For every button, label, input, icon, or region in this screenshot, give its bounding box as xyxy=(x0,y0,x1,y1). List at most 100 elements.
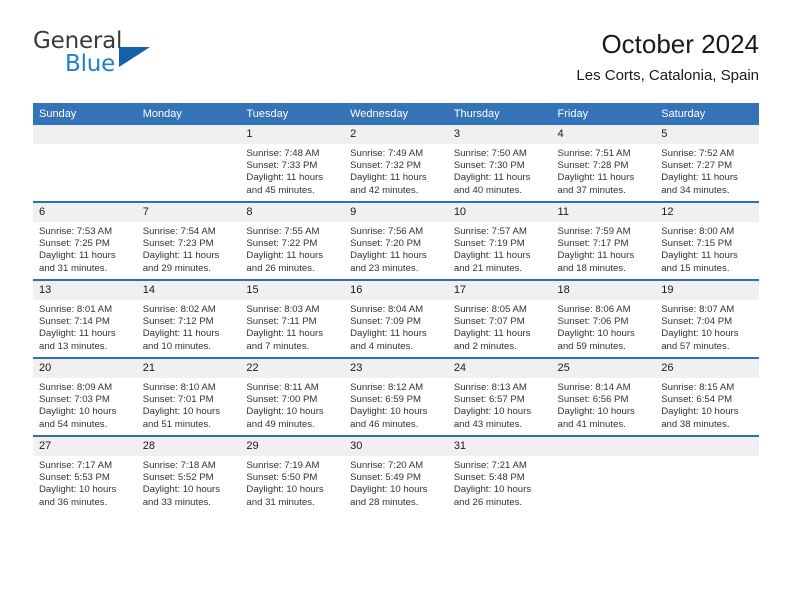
calendar-day-cell[interactable]: 12 Sunrise: 8:00 AM Sunset: 7:15 PM Dayligh… xyxy=(655,201,759,280)
day-details: Sunrise: 7:21 AM Sunset: 5:48 PM Daylight:… xyxy=(448,456,552,509)
day-details: Sunrise: 7:55 AM Sunset: 7:22 PM Daylight:… xyxy=(240,222,344,275)
daylight-text: Daylight: 10 hours and 33 minutes. xyxy=(142,484,221,508)
sunset-text: Sunset: 6:57 PM xyxy=(453,394,525,406)
day-details: Sunrise: 8:02 AM Sunset: 7:12 PM Daylight:… xyxy=(137,300,241,353)
daylight-text: Daylight: 11 hours and 21 minutes. xyxy=(453,250,531,274)
calendar-day-cell[interactable]: 30 Sunrise: 7:20 AM Sunset: 5:49 PM Dayligh… xyxy=(344,435,448,513)
weekday-header-monday: Monday xyxy=(136,103,241,125)
day-details: Sunrise: 7:56 AM Sunset: 7:20 PM Daylight:… xyxy=(344,222,448,275)
sunrise-text: Sunrise: 8:05 AM xyxy=(453,304,527,315)
day-number: 31 xyxy=(447,437,552,456)
daylight-text: Daylight: 10 hours and 43 minutes. xyxy=(453,406,532,430)
calendar-day-cell[interactable]: 15 Sunrise: 8:03 AM Sunset: 7:11 PM Dayligh… xyxy=(240,279,345,358)
weekday-header-sunday: Sunday xyxy=(33,103,137,125)
day-details: Sunrise: 8:06 AM Sunset: 7:06 PM Daylight:… xyxy=(552,300,656,353)
calendar-day-cell[interactable]: 7 Sunrise: 7:54 AM Sunset: 7:23 PM Daylight… xyxy=(136,201,241,280)
calendar-day-cell-empty xyxy=(655,435,759,513)
day-details: Sunrise: 8:11 AM Sunset: 7:00 PM Daylight:… xyxy=(240,378,344,431)
calendar-day-cell[interactable]: 25 Sunrise: 8:14 AM Sunset: 6:56 PM Dayligh… xyxy=(551,357,656,436)
day-details: Sunrise: 8:15 AM Sunset: 6:54 PM Daylight:… xyxy=(655,378,759,431)
calendar-day-cell[interactable]: 26 Sunrise: 8:15 AM Sunset: 6:54 PM Dayligh… xyxy=(655,357,759,436)
calendar-day-cell[interactable]: 1 Sunrise: 7:48 AM Sunset: 7:33 PM Daylight… xyxy=(240,125,345,202)
sunset-text: Sunset: 7:03 PM xyxy=(39,394,110,406)
day-details: Sunrise: 8:01 AM Sunset: 7:14 PM Daylight:… xyxy=(33,300,137,353)
calendar-day-cell-empty xyxy=(551,435,656,513)
day-number: 15 xyxy=(240,281,345,300)
day-number: 26 xyxy=(655,359,759,378)
day-number: 1 xyxy=(240,125,345,144)
calendar-day-cell[interactable]: 28 Sunrise: 7:18 AM Sunset: 5:52 PM Dayligh… xyxy=(136,435,241,513)
sunset-text: Sunset: 7:25 PM xyxy=(39,238,110,250)
calendar-day-cell-empty xyxy=(136,125,241,202)
daylight-text: Daylight: 10 hours and 26 minutes. xyxy=(453,484,532,508)
day-details: Sunrise: 8:13 AM Sunset: 6:57 PM Daylight:… xyxy=(448,378,552,431)
calendar-day-cell[interactable]: 6 Sunrise: 7:53 AM Sunset: 7:25 PM Daylight… xyxy=(33,201,137,280)
sunrise-text: Sunrise: 7:18 AM xyxy=(142,460,216,471)
calendar-day-cell[interactable]: 13 Sunrise: 8:01 AM Sunset: 7:14 PM Dayligh… xyxy=(33,279,137,358)
calendar-day-cell[interactable]: 4 Sunrise: 7:51 AM Sunset: 7:28 PM Daylight… xyxy=(551,125,656,202)
page-header: General Blue October 2024 Les Corts, Cat… xyxy=(33,28,759,94)
sunset-text: Sunset: 7:09 PM xyxy=(350,316,422,328)
sunrise-text: Sunrise: 7:50 AM xyxy=(453,148,527,159)
sunrise-text: Sunrise: 7:55 AM xyxy=(246,226,320,237)
calendar-day-cell[interactable]: 23 Sunrise: 8:12 AM Sunset: 6:59 PM Dayligh… xyxy=(344,357,448,436)
daylight-text: Daylight: 11 hours and 7 minutes. xyxy=(246,328,324,352)
calendar-day-cell[interactable]: 17 Sunrise: 8:05 AM Sunset: 7:07 PM Dayligh… xyxy=(447,279,552,358)
calendar-day-cell[interactable]: 27 Sunrise: 7:17 AM Sunset: 5:53 PM Dayligh… xyxy=(33,435,137,513)
day-details: Sunrise: 8:14 AM Sunset: 6:56 PM Daylight:… xyxy=(552,378,656,431)
generalblue-logo[interactable]: General Blue xyxy=(33,28,263,88)
calendar-day-cell[interactable]: 29 Sunrise: 7:19 AM Sunset: 5:50 PM Dayligh… xyxy=(240,435,345,513)
sunrise-text: Sunrise: 7:19 AM xyxy=(246,460,320,471)
day-number xyxy=(551,437,656,456)
calendar-day-cell[interactable]: 31 Sunrise: 7:21 AM Sunset: 5:48 PM Dayligh… xyxy=(447,435,552,513)
sunrise-text: Sunrise: 7:56 AM xyxy=(350,226,424,237)
calendar-day-cell[interactable]: 11 Sunrise: 7:59 AM Sunset: 7:17 PM Dayligh… xyxy=(551,201,656,280)
weekday-header-thursday: Thursday xyxy=(447,103,552,125)
sunset-text: Sunset: 7:20 PM xyxy=(350,238,422,250)
calendar-day-cell[interactable]: 24 Sunrise: 8:13 AM Sunset: 6:57 PM Dayligh… xyxy=(447,357,552,436)
calendar-day-cell[interactable]: 22 Sunrise: 8:11 AM Sunset: 7:00 PM Dayligh… xyxy=(240,357,345,436)
sunset-text: Sunset: 7:06 PM xyxy=(557,316,629,328)
day-number: 27 xyxy=(33,437,137,456)
day-number: 11 xyxy=(551,203,656,222)
sunrise-text: Sunrise: 8:00 AM xyxy=(661,226,735,237)
calendar-page: General Blue October 2024 Les Corts, Cat… xyxy=(0,0,792,612)
sunset-text: Sunset: 7:33 PM xyxy=(246,160,318,172)
calendar-day-cell[interactable]: 18 Sunrise: 8:06 AM Sunset: 7:06 PM Dayligh… xyxy=(551,279,656,358)
day-number: 2 xyxy=(344,125,448,144)
calendar-day-cell[interactable]: 3 Sunrise: 7:50 AM Sunset: 7:30 PM Daylight… xyxy=(447,125,552,202)
day-number: 3 xyxy=(447,125,552,144)
calendar-day-cell[interactable]: 9 Sunrise: 7:56 AM Sunset: 7:20 PM Daylight… xyxy=(344,201,448,280)
sunset-text: Sunset: 7:28 PM xyxy=(557,160,629,172)
calendar-day-cell[interactable]: 10 Sunrise: 7:57 AM Sunset: 7:19 PM Dayligh… xyxy=(447,201,552,280)
calendar-day-cell[interactable]: 8 Sunrise: 7:55 AM Sunset: 7:22 PM Daylight… xyxy=(240,201,345,280)
sunrise-text: Sunrise: 7:51 AM xyxy=(557,148,631,159)
daylight-text: Daylight: 10 hours and 38 minutes. xyxy=(661,406,739,430)
weekday-header-wednesday: Wednesday xyxy=(344,103,448,125)
sunrise-text: Sunrise: 7:17 AM xyxy=(39,460,113,471)
day-number: 9 xyxy=(344,203,448,222)
day-details: Sunrise: 8:00 AM Sunset: 7:15 PM Daylight:… xyxy=(655,222,759,275)
sunrise-text: Sunrise: 8:06 AM xyxy=(557,304,631,315)
sunset-text: Sunset: 7:30 PM xyxy=(453,160,525,172)
calendar-day-cell[interactable]: 20 Sunrise: 8:09 AM Sunset: 7:03 PM Dayligh… xyxy=(33,357,137,436)
calendar-day-cell[interactable]: 2 Sunrise: 7:49 AM Sunset: 7:32 PM Daylight… xyxy=(344,125,448,202)
calendar-week-row: 20 Sunrise: 8:09 AM Sunset: 7:03 PM Dayligh… xyxy=(33,357,759,436)
calendar-week-row: 27 Sunrise: 7:17 AM Sunset: 5:53 PM Dayligh… xyxy=(33,435,759,513)
sunset-text: Sunset: 7:22 PM xyxy=(246,238,318,250)
day-number xyxy=(136,125,241,144)
calendar-day-cell[interactable]: 19 Sunrise: 8:07 AM Sunset: 7:04 PM Dayligh… xyxy=(655,279,759,358)
calendar-day-cell[interactable]: 5 Sunrise: 7:52 AM Sunset: 7:27 PM Daylight… xyxy=(655,125,759,202)
day-number: 25 xyxy=(551,359,656,378)
day-details: Sunrise: 7:18 AM Sunset: 5:52 PM Daylight:… xyxy=(137,456,241,509)
calendar-day-cell[interactable]: 16 Sunrise: 8:04 AM Sunset: 7:09 PM Dayligh… xyxy=(344,279,448,358)
day-number: 28 xyxy=(136,437,241,456)
day-number: 21 xyxy=(136,359,241,378)
calendar-day-cell[interactable]: 14 Sunrise: 8:02 AM Sunset: 7:12 PM Dayligh… xyxy=(136,279,241,358)
daylight-text: Daylight: 10 hours and 46 minutes. xyxy=(350,406,428,430)
daylight-text: Daylight: 11 hours and 4 minutes. xyxy=(350,328,427,352)
daylight-text: Daylight: 10 hours and 36 minutes. xyxy=(39,484,117,508)
sunset-text: Sunset: 6:59 PM xyxy=(350,394,422,406)
sunset-text: Sunset: 7:23 PM xyxy=(142,238,214,250)
calendar-day-cell[interactable]: 21 Sunrise: 8:10 AM Sunset: 7:01 PM Dayligh… xyxy=(136,357,241,436)
